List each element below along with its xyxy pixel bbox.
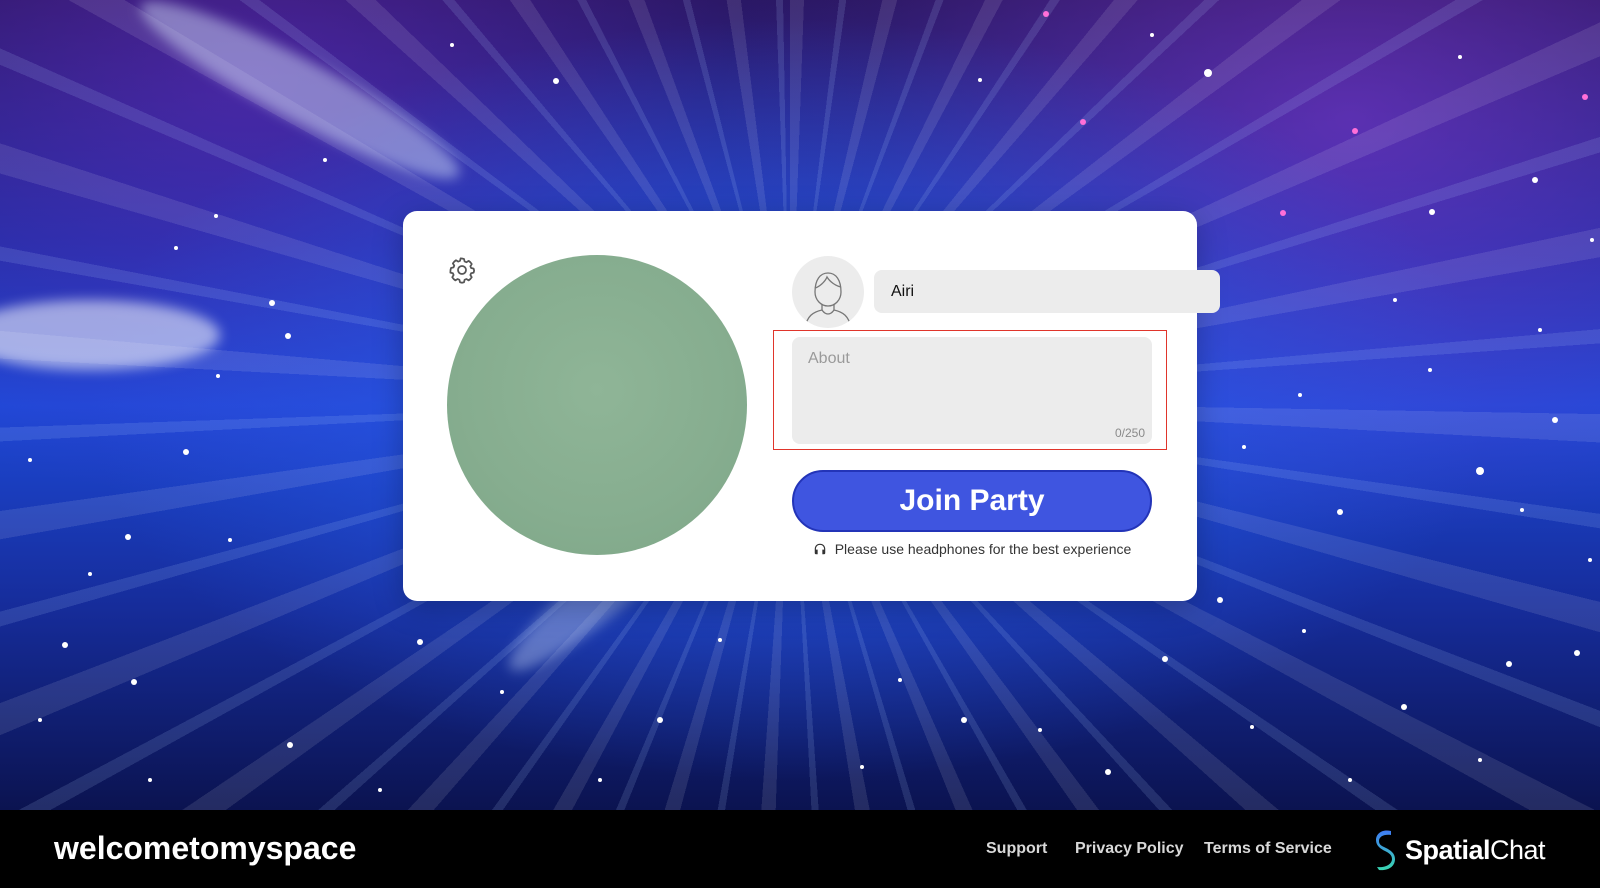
settings-button[interactable] (445, 253, 479, 287)
name-input[interactable] (874, 270, 1220, 313)
gear-icon (449, 257, 475, 284)
camera-preview (447, 255, 747, 555)
brand-name-light: Chat (1490, 834, 1546, 865)
headphones-note: Please use headphones for the best exper… (792, 541, 1152, 557)
spatialchat-logo (1376, 830, 1395, 871)
terms-of-service-link[interactable]: Terms of Service (1204, 840, 1332, 858)
spatialchat-brand[interactable]: SpatialChat (1373, 828, 1546, 872)
brand-name: SpatialChat (1405, 834, 1546, 866)
space-name: welcometomyspace (54, 830, 357, 866)
join-party-button[interactable]: Join Party (792, 470, 1152, 532)
about-field[interactable]: 0/250 (792, 337, 1152, 444)
char-counter: 0/250 (1114, 426, 1145, 440)
avatar[interactable] (792, 256, 864, 328)
headphones-icon (814, 543, 825, 555)
headphones-note-text: Please use headphones for the best exper… (834, 541, 1132, 557)
user-avatar-icon (804, 272, 852, 328)
brand-name-bold: Spatial (1405, 834, 1491, 865)
join-card: 0/250 Join Party Please use headphones f… (403, 211, 1220, 601)
about-textarea[interactable] (792, 337, 1152, 444)
privacy-policy-link[interactable]: Privacy Policy (1075, 840, 1184, 858)
footer: welcometomyspace Support Privacy Policy … (0, 810, 1600, 888)
support-link[interactable]: Support (986, 840, 1047, 858)
